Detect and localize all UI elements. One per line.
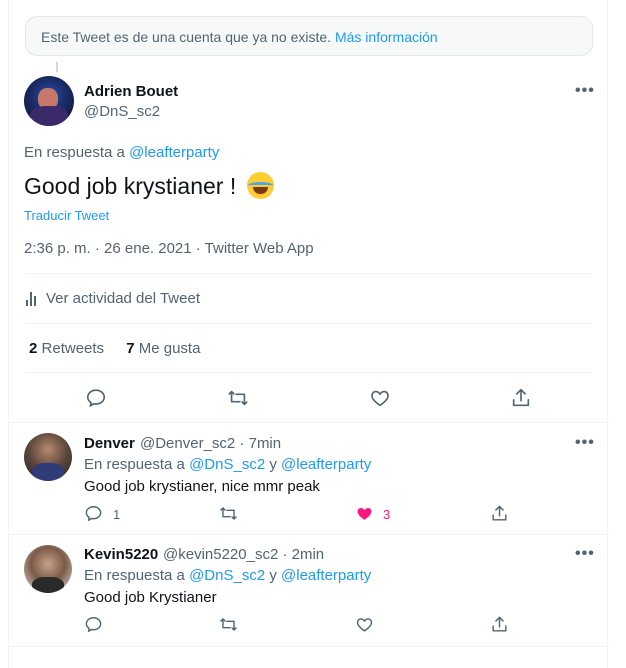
share-icon[interactable] bbox=[510, 387, 532, 409]
likes-stat[interactable]: 7 Me gusta bbox=[126, 340, 200, 357]
retweet-icon[interactable] bbox=[227, 387, 249, 409]
retweet-icon[interactable] bbox=[219, 504, 238, 523]
retweets-count: 2 bbox=[29, 340, 38, 357]
activity-label: Ver actividad del Tweet bbox=[46, 290, 200, 307]
reply-icon[interactable] bbox=[84, 504, 103, 523]
like-icon[interactable] bbox=[355, 615, 374, 634]
avatar[interactable] bbox=[24, 433, 72, 481]
reply-to-link[interactable]: @leafterparty bbox=[129, 144, 219, 161]
tweet-text: Good job krystianer ! bbox=[24, 172, 274, 200]
replying-to: En respuesta a @DnS_sc2 y @leafterparty bbox=[84, 567, 371, 584]
view-tweet-activity-button[interactable]: Ver actividad del Tweet bbox=[24, 290, 200, 307]
reply-prefix: En respuesta a bbox=[84, 456, 185, 473]
share-icon[interactable] bbox=[490, 504, 509, 523]
reply-icon[interactable] bbox=[85, 387, 107, 409]
reply-to-link[interactable]: @leafterparty bbox=[281, 456, 371, 473]
author-handle[interactable]: @DnS_sc2 bbox=[84, 103, 160, 120]
divider bbox=[9, 646, 609, 647]
reply-author-name[interactable]: Denver bbox=[84, 435, 135, 452]
avatar[interactable] bbox=[24, 76, 74, 126]
avatar[interactable] bbox=[24, 545, 72, 593]
reply-to-link[interactable]: @DnS_sc2 bbox=[189, 456, 265, 473]
translate-tweet-link[interactable]: Traducir Tweet bbox=[24, 208, 109, 223]
reply-author-handle[interactable]: @Denver_sc2 · 7min bbox=[140, 435, 281, 452]
retweets-stat[interactable]: 2 Retweets bbox=[29, 340, 104, 357]
divider bbox=[24, 323, 592, 324]
reply-to-link[interactable]: @DnS_sc2 bbox=[189, 567, 265, 584]
thread-connector bbox=[56, 62, 58, 72]
divider bbox=[24, 372, 592, 373]
share-icon[interactable] bbox=[490, 615, 509, 634]
replying-to: En respuesta a @leafterparty bbox=[24, 144, 219, 161]
more-info-link[interactable]: Más información bbox=[335, 29, 438, 45]
tweet-stats: 2 Retweets 7 Me gusta bbox=[29, 340, 200, 357]
reply-conjunction: y bbox=[269, 456, 277, 473]
tweet-timestamp[interactable]: 2:36 p. m. · 26 ene. 2021 · Twitter Web … bbox=[24, 240, 314, 257]
reply-author-handle[interactable]: @kevin5220_sc2 · 2min bbox=[163, 546, 324, 563]
more-options-icon[interactable]: ••• bbox=[575, 82, 595, 100]
reply-count: 1 bbox=[113, 507, 121, 522]
tweet-text-body: Good job krystianer ! bbox=[24, 173, 237, 199]
retweet-icon[interactable] bbox=[219, 615, 238, 634]
replying-to: En respuesta a @DnS_sc2 y @leafterparty bbox=[84, 456, 371, 473]
reply-to-link[interactable]: @leafterparty bbox=[281, 567, 371, 584]
more-options-icon[interactable]: ••• bbox=[575, 434, 595, 452]
notice-text: Este Tweet es de una cuenta que ya no ex… bbox=[41, 29, 332, 45]
author-name[interactable]: Adrien Bouet bbox=[84, 83, 178, 100]
reply-icon[interactable] bbox=[84, 615, 103, 634]
divider bbox=[9, 422, 609, 423]
like-icon[interactable] bbox=[369, 387, 391, 409]
reply-prefix: En respuesta a bbox=[24, 144, 125, 161]
divider bbox=[24, 273, 592, 274]
tweet-thread-column: Este Tweet es de una cuenta que ya no ex… bbox=[8, 0, 609, 668]
reply-conjunction: y bbox=[269, 567, 277, 584]
reply-text: Good job Krystianer bbox=[84, 589, 217, 606]
retweets-label: Retweets bbox=[41, 340, 105, 357]
likes-label: Me gusta bbox=[138, 340, 201, 357]
reply-text: Good job krystianer, nice mmr peak bbox=[84, 478, 320, 495]
divider bbox=[9, 534, 609, 535]
like-count: 3 bbox=[383, 507, 391, 522]
liked-heart-icon[interactable] bbox=[355, 504, 374, 523]
likes-count: 7 bbox=[126, 340, 135, 357]
more-options-icon[interactable]: ••• bbox=[575, 545, 595, 563]
deleted-account-notice: Este Tweet es de una cuenta que ya no ex… bbox=[25, 16, 593, 56]
analytics-icon bbox=[26, 291, 36, 306]
tears-of-joy-emoji-icon bbox=[246, 172, 274, 199]
reply-prefix: En respuesta a bbox=[84, 567, 185, 584]
reply-author-name[interactable]: Kevin5220 bbox=[84, 546, 158, 563]
